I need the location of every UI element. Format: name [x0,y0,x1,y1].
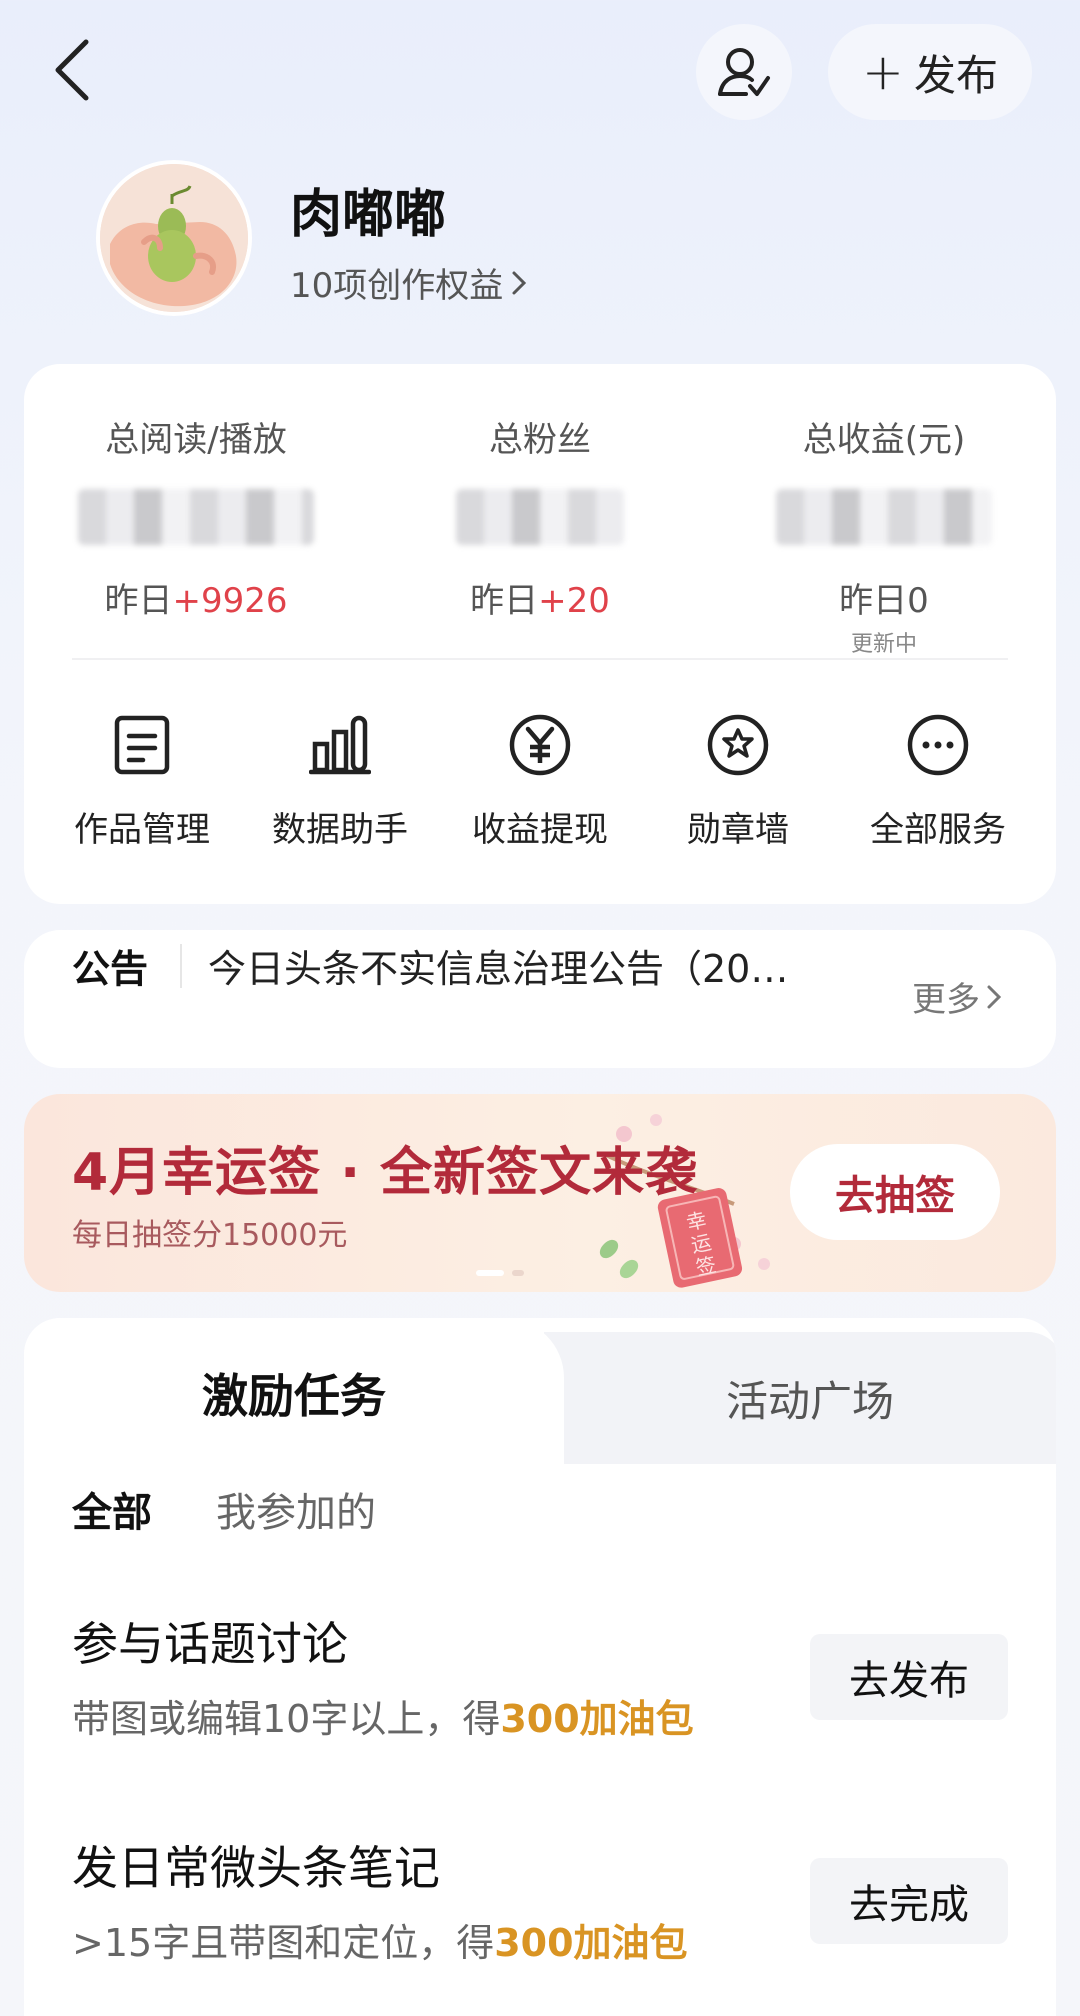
service-medal-wall[interactable]: 勋章墙 [638,710,838,851]
stat-label: 总阅读/播放 [105,420,287,460]
task-desc-text: >15字且带图和定位，得 [72,1921,495,1965]
stats-card: 总阅读/播放 昨日+9926 总粉丝 昨日+20 总收益(元) 昨日0 更新中 … [24,364,1056,904]
service-label: 勋章墙 [687,810,789,850]
filter-joined[interactable]: 我参加的 [216,1480,376,1538]
service-label: 数据助手 [272,810,408,850]
tab-activity-square[interactable]: 活动广场 [564,1332,1056,1464]
stat-total-fans[interactable]: 总粉丝 昨日+20 [368,412,712,622]
creator-benefits-link[interactable]: 10项创作权益 [290,258,527,307]
user-follow-icon [718,48,770,96]
yesterday-value: +20 [538,581,610,621]
carousel-dot [512,1270,524,1276]
stat-label: 总收益(元) [802,420,966,460]
follow-button[interactable] [696,24,792,120]
notice-tag: 公告 [72,947,149,991]
filter-all[interactable]: 全部 [72,1480,152,1538]
task-title: 参与话题讨论 [72,1617,348,1671]
publish-label: 发布 [913,50,998,100]
username: 肉嘟嘟 [290,185,447,245]
yen-circle-icon [505,710,575,780]
task-reward: 300加油包 [500,1697,694,1741]
back-chevron-icon [55,39,89,101]
task-title: 发日常微头条笔记 [72,1841,440,1895]
notice-text[interactable]: 今日头条不实信息治理公告（20… [208,938,788,993]
blurred-value [456,489,624,545]
carousel-indicator [476,1270,524,1276]
back-button[interactable] [44,30,100,110]
yesterday-value: 0 [907,581,929,621]
yesterday-value: +9926 [172,581,288,621]
tab-incentive-tasks[interactable]: 激励任务 [24,1318,564,1468]
divider [180,944,182,988]
more-dots-icon [903,710,973,780]
chevron-right-icon [987,985,1002,1008]
draw-lot-button[interactable]: 去抽签 [790,1144,1000,1240]
task-description: >15字且带图和定位，得300加油包 [72,1912,688,1967]
service-label: 全部服务 [870,810,1006,850]
yesterday-prefix: 昨日 [104,581,173,621]
service-works-management[interactable]: 作品管理 [42,710,242,851]
task-desc-text: 带图或编辑10字以上，得 [72,1697,501,1741]
banner-subtitle: 每日抽签分15000元 [72,1218,348,1253]
yesterday-prefix: 昨日 [839,581,908,621]
plus-icon: + [862,43,904,101]
yesterday-prefix: 昨日 [470,581,539,621]
banner-title: 4月幸运签 · 全新签文来袭 [72,1143,699,1203]
task-description: 带图或编辑10字以上，得300加油包 [72,1688,694,1743]
service-label: 收益提现 [472,810,608,850]
stat-yesterday: 昨日+20 [368,573,712,622]
carousel-dot-active [476,1270,504,1276]
benefits-label: 10项创作权益 [290,266,504,306]
avatar[interactable] [96,160,252,316]
blurred-value [78,489,314,545]
service-data-assistant[interactable]: 数据助手 [240,710,440,851]
medal-icon [703,710,773,780]
stat-updating-note: 更新中 [850,632,917,657]
chevron-right-icon [512,271,527,294]
service-all-services[interactable]: 全部服务 [838,710,1038,851]
blurred-value [776,489,992,545]
service-label: 作品管理 [74,810,210,850]
document-icon [107,710,177,780]
publish-button[interactable]: + 发布 [828,24,1032,120]
stat-total-reads[interactable]: 总阅读/播放 昨日+9926 [24,412,368,622]
task-reward: 300加油包 [494,1921,688,1965]
service-income-withdraw[interactable]: 收益提现 [440,710,640,851]
more-label: 更多 [912,980,980,1020]
task-complete-button[interactable]: 去完成 [810,1858,1008,1944]
stat-yesterday: 昨日0 [712,573,1056,622]
notice-more-link[interactable]: 更多 [912,972,1002,1021]
stat-label: 总粉丝 [489,420,591,460]
stat-yesterday: 昨日+9926 [24,573,368,622]
task-publish-button[interactable]: 去发布 [810,1634,1008,1720]
divider [72,658,1008,660]
avatar-image [100,164,248,312]
lucky-draw-banner[interactable]: 幸 运 签 4月幸运签 · 全新签文来袭 每日抽签分15000元 去抽签 [24,1094,1056,1292]
bar-chart-icon [305,710,375,780]
tasks-panel: 激励任务 活动广场 全部 我参加的 参与话题讨论 带图或编辑10字以上，得300… [24,1318,1056,2016]
stat-total-income[interactable]: 总收益(元) 昨日0 更新中 [712,412,1056,658]
notice-card[interactable]: 公告 今日头条不实信息治理公告（20… 更多 [24,930,1056,1068]
